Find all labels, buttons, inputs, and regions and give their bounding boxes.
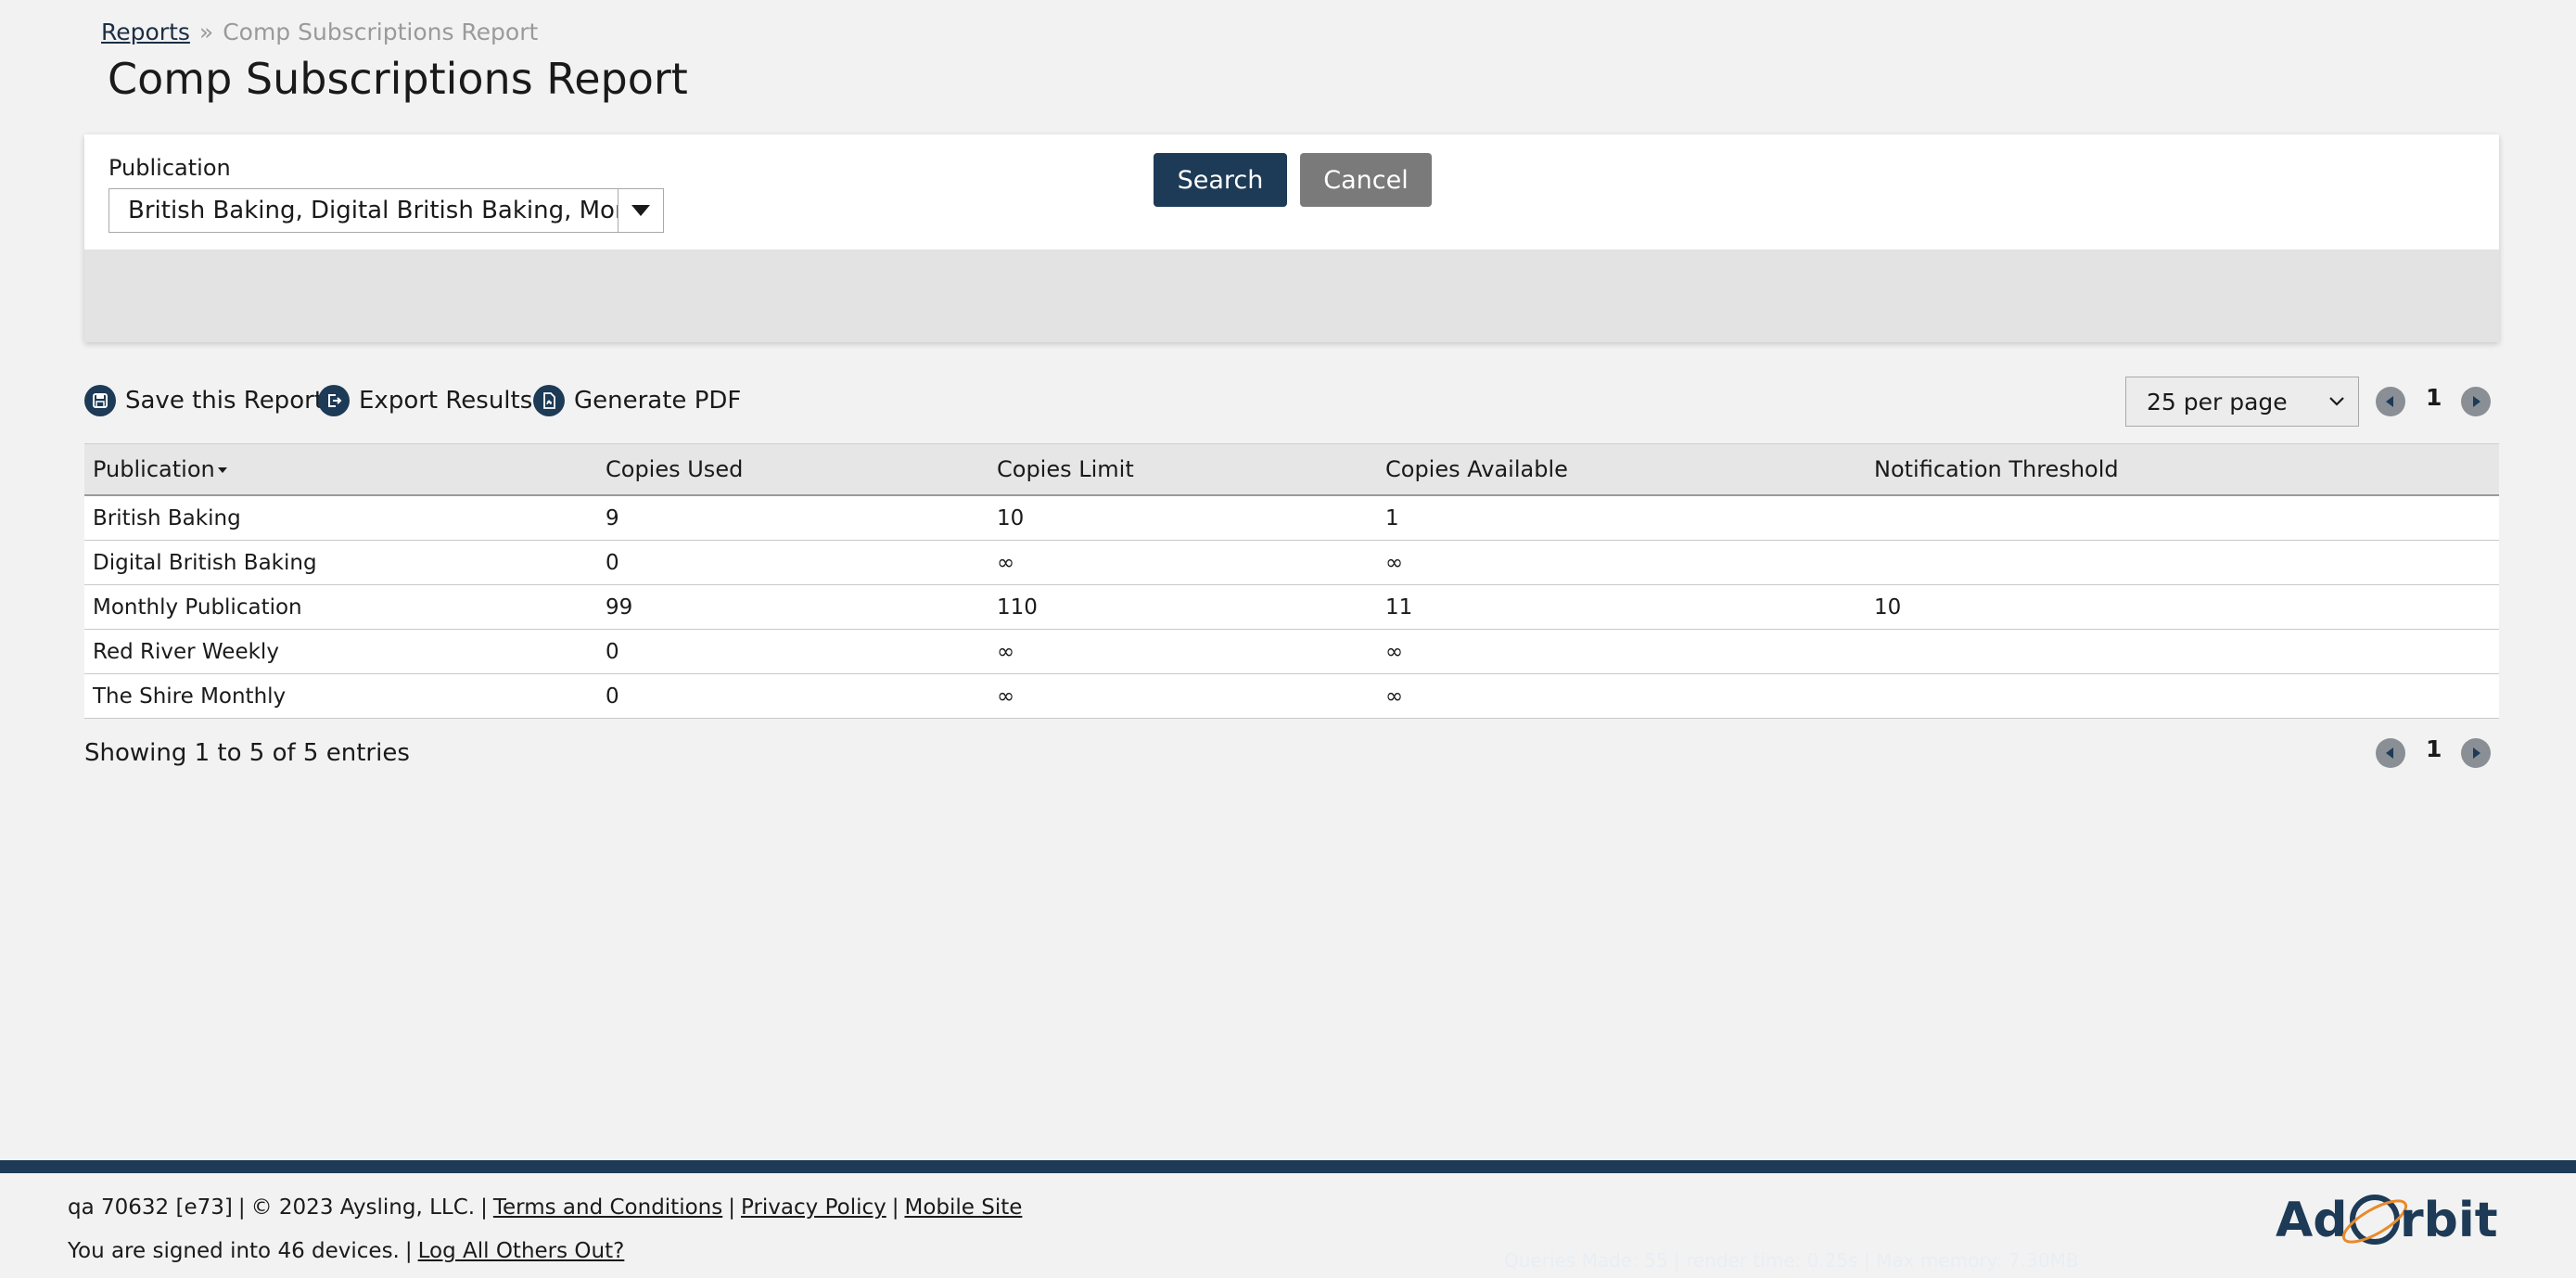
ad-orbit-logo: Ad rbit bbox=[2276, 1193, 2498, 1248]
cancel-button[interactable]: Cancel bbox=[1300, 153, 1432, 207]
column-header-notification-threshold[interactable]: Notification Threshold bbox=[1866, 443, 2499, 496]
cell-copies-available: 1 bbox=[1377, 495, 1866, 541]
cell-notification-threshold bbox=[1866, 540, 2499, 585]
filter-actions-bar bbox=[84, 249, 2499, 342]
copyright: © 2023 Aysling, LLC. bbox=[250, 1195, 476, 1220]
pdf-file-icon bbox=[533, 385, 565, 416]
logo-text-left: Ad bbox=[2276, 1193, 2347, 1248]
table-row: Digital British Baking 0 ∞ ∞ bbox=[84, 540, 2499, 585]
breadcrumb-separator: » bbox=[198, 19, 214, 45]
cell-notification-threshold: 10 bbox=[1866, 584, 2499, 630]
export-icon bbox=[318, 385, 350, 416]
prev-page-button-top[interactable] bbox=[2376, 387, 2405, 416]
cell-copies-limit: ∞ bbox=[988, 629, 1377, 674]
generate-pdf-button[interactable]: Generate PDF bbox=[533, 384, 741, 417]
build-info: qa 70632 [e73] bbox=[68, 1195, 233, 1220]
cell-copies-limit: ∞ bbox=[988, 673, 1377, 719]
breadcrumb-reports-link[interactable]: Reports bbox=[101, 19, 190, 45]
log-out-others-link[interactable]: Log All Others Out? bbox=[418, 1239, 625, 1263]
table-row: British Baking 9 10 1 bbox=[84, 495, 2499, 541]
current-page-bottom: 1 bbox=[2426, 735, 2442, 762]
publication-label: Publication bbox=[108, 155, 231, 181]
publication-select-value: British Baking, Digital British Baking, … bbox=[128, 197, 663, 224]
cell-copies-limit: 110 bbox=[988, 584, 1377, 630]
cell-copies-available: ∞ bbox=[1377, 540, 1866, 585]
page-title: Comp Subscriptions Report bbox=[108, 54, 688, 104]
mobile-site-link[interactable]: Mobile Site bbox=[904, 1195, 1022, 1220]
next-page-button-top[interactable] bbox=[2461, 387, 2491, 416]
chevron-down-icon bbox=[2329, 397, 2344, 406]
signed-in-devices: You are signed into 46 devices. bbox=[68, 1239, 400, 1263]
table-header-row: Publication Copies Used Copies Limit Cop… bbox=[84, 443, 2499, 496]
cell-notification-threshold bbox=[1866, 629, 2499, 674]
table-row: Monthly Publication 99 110 11 10 bbox=[84, 584, 2499, 630]
save-report-button[interactable]: Save this Report bbox=[84, 384, 324, 417]
publication-dropdown-toggle[interactable] bbox=[618, 188, 664, 233]
column-header-copies-used[interactable]: Copies Used bbox=[597, 443, 988, 496]
cell-copies-used: 9 bbox=[597, 495, 988, 541]
cell-copies-used: 0 bbox=[597, 673, 988, 719]
entries-summary: Showing 1 to 5 of 5 entries bbox=[84, 739, 410, 767]
footer-session-line: You are signed into 46 devices. | Log All … bbox=[68, 1239, 625, 1263]
filter-panel: Publication British Baking, Digital Brit… bbox=[84, 134, 2499, 342]
cell-copies-limit: ∞ bbox=[988, 540, 1377, 585]
chevron-left-icon bbox=[2386, 748, 2393, 759]
prev-page-button-bottom[interactable] bbox=[2376, 738, 2405, 768]
per-page-value: 25 per page bbox=[2147, 389, 2288, 415]
cell-publication: Digital British Baking bbox=[84, 540, 597, 585]
table-row: Red River Weekly 0 ∞ ∞ bbox=[84, 629, 2499, 674]
export-results-button[interactable]: Export Results bbox=[318, 384, 532, 417]
column-header-copies-available[interactable]: Copies Available bbox=[1377, 443, 1866, 496]
cell-notification-threshold bbox=[1866, 673, 2499, 719]
breadcrumb-current: Comp Subscriptions Report bbox=[223, 19, 539, 45]
cell-copies-used: 99 bbox=[597, 584, 988, 630]
save-icon bbox=[84, 385, 116, 416]
cell-copies-used: 0 bbox=[597, 540, 988, 585]
report-table: Publication Copies Used Copies Limit Cop… bbox=[84, 443, 2499, 719]
cell-notification-threshold bbox=[1866, 495, 2499, 541]
cell-copies-available: ∞ bbox=[1377, 673, 1866, 719]
logo-text-right: rbit bbox=[2400, 1193, 2498, 1248]
footer-legal-line: qa 70632 [e73] | © 2023 Aysling, LLC. | Term… bbox=[68, 1195, 1023, 1220]
save-report-label: Save this Report bbox=[125, 387, 324, 415]
caret-down-icon bbox=[631, 205, 650, 216]
privacy-link[interactable]: Privacy Policy bbox=[741, 1195, 886, 1220]
cell-publication: Red River Weekly bbox=[84, 629, 597, 674]
chevron-left-icon bbox=[2386, 396, 2393, 407]
cell-publication: Monthly Publication bbox=[84, 584, 597, 630]
sort-desc-icon bbox=[217, 467, 227, 473]
next-page-button-bottom[interactable] bbox=[2461, 738, 2491, 768]
cell-copies-used: 0 bbox=[597, 629, 988, 674]
column-header-publication[interactable]: Publication bbox=[84, 443, 597, 496]
chevron-right-icon bbox=[2473, 748, 2480, 759]
per-page-select[interactable]: 25 per page bbox=[2125, 377, 2359, 427]
cell-copies-available: 11 bbox=[1377, 584, 1866, 630]
cell-copies-available: ∞ bbox=[1377, 629, 1866, 674]
footer: qa 70632 [e73] | © 2023 Aysling, LLC. | Term… bbox=[0, 1160, 2576, 1278]
export-results-label: Export Results bbox=[359, 387, 533, 415]
search-button[interactable]: Search bbox=[1154, 153, 1287, 207]
terms-link[interactable]: Terms and Conditions bbox=[493, 1195, 722, 1220]
generate-pdf-label: Generate PDF bbox=[574, 387, 742, 415]
cell-publication: The Shire Monthly bbox=[84, 673, 597, 719]
current-page-top: 1 bbox=[2426, 384, 2442, 411]
cell-copies-limit: 10 bbox=[988, 495, 1377, 541]
table-row: The Shire Monthly 0 ∞ ∞ bbox=[84, 673, 2499, 719]
debug-stats: Queries Made: 55 | render time: 0.25s | … bbox=[1504, 1249, 2079, 1272]
publication-select[interactable]: British Baking, Digital British Baking, … bbox=[108, 188, 663, 233]
column-header-publication-label: Publication bbox=[93, 456, 215, 482]
cell-publication: British Baking bbox=[84, 495, 597, 541]
breadcrumb: Reports » Comp Subscriptions Report bbox=[101, 19, 538, 45]
column-header-copies-limit[interactable]: Copies Limit bbox=[988, 443, 1377, 496]
chevron-right-icon bbox=[2473, 396, 2480, 407]
